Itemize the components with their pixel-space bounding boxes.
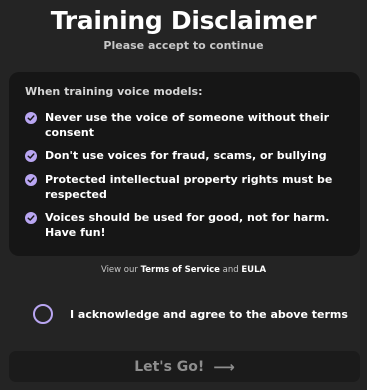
links-conjunction: and (222, 265, 239, 275)
rules-heading: When training voice models: (25, 85, 203, 98)
check-circle-icon (25, 174, 37, 186)
eula-link[interactable]: EULA (241, 265, 266, 275)
rule-item: Voices should be used for good, not for … (25, 210, 345, 240)
check-circle-icon (25, 150, 37, 162)
rule-text: Don't use voices for fraud, scams, or bu… (45, 149, 327, 162)
agree-label[interactable]: I acknowledge and agree to the above ter… (70, 308, 348, 321)
rule-text: Voices should be used for good, not for … (45, 211, 330, 239)
rule-item: Protected intellectual property rights m… (25, 172, 345, 202)
rules-card: When training voice models: Never use th… (9, 72, 360, 256)
agree-checkbox-row[interactable]: I acknowledge and agree to the above ter… (33, 304, 348, 324)
check-circle-icon (25, 112, 37, 124)
check-circle-icon (25, 212, 37, 224)
legal-links: View our Terms of Service and EULA (0, 265, 367, 275)
terms-of-service-link[interactable]: Terms of Service (141, 265, 220, 275)
links-prefix: View our (100, 265, 138, 275)
lets-go-label: Let's Go! (134, 358, 205, 375)
page-subtitle: Please accept to continue (103, 39, 264, 52)
rule-item: Never use the voice of someone without t… (25, 110, 345, 140)
rule-text: Never use the voice of someone without t… (45, 111, 330, 139)
page-title: Training Disclaimer (50, 6, 317, 35)
arrow-right-icon: ⟶ (213, 357, 235, 376)
rule-text: Protected intellectual property rights m… (45, 173, 333, 201)
rule-item: Don't use voices for fraud, scams, or bu… (25, 148, 345, 163)
agree-radio[interactable] (33, 304, 53, 324)
training-disclaimer-dialog: Training Disclaimer Please accept to con… (0, 0, 367, 390)
lets-go-button[interactable]: Let's Go! ⟶ (9, 351, 360, 382)
